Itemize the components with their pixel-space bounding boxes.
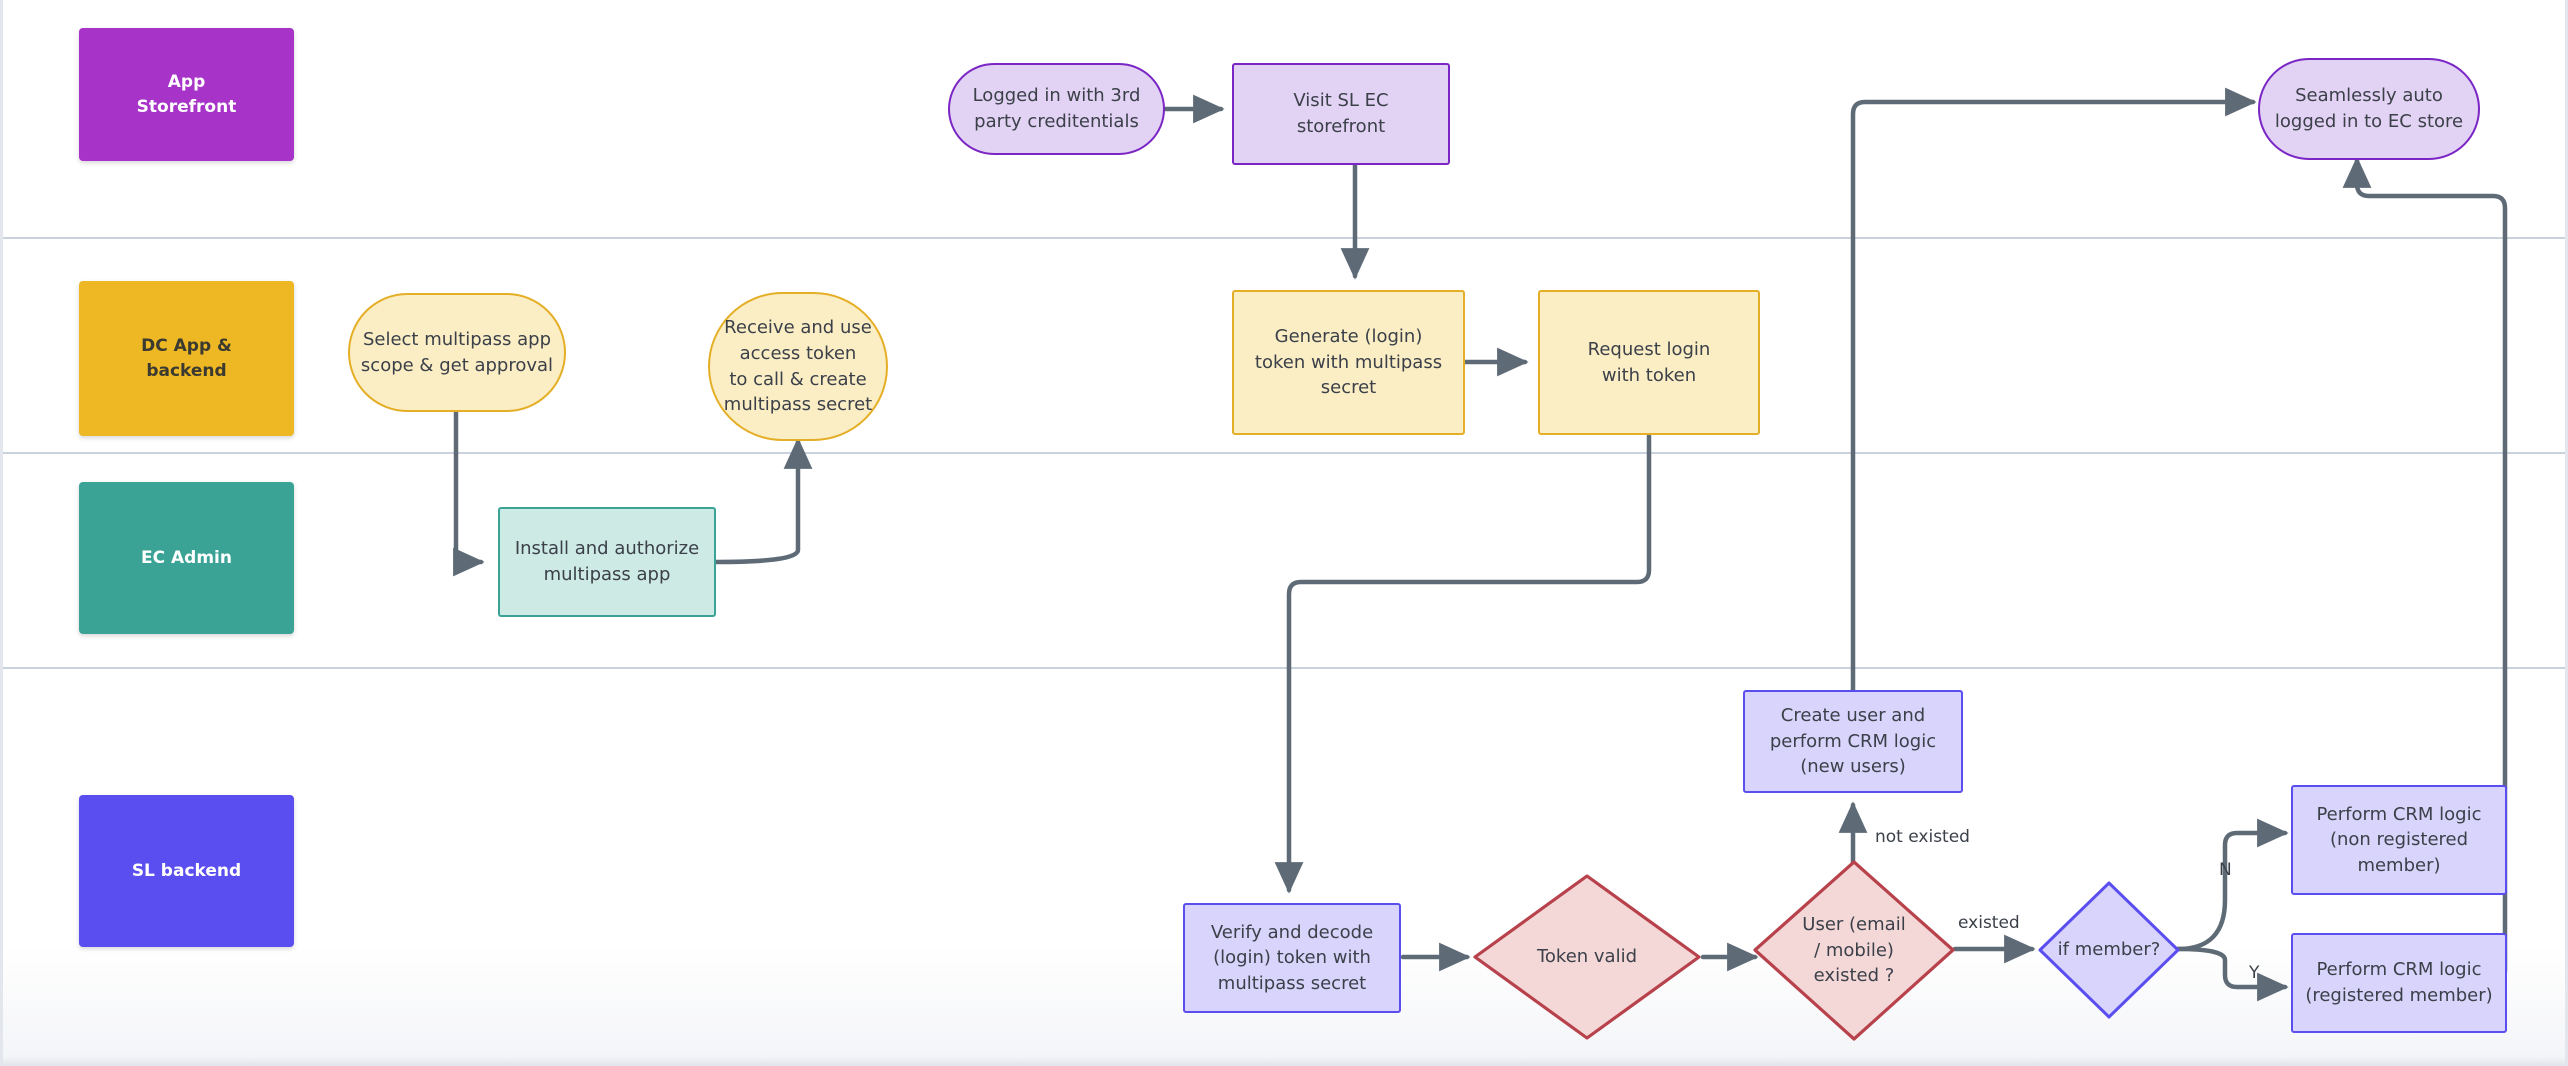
edge-selectscope-to-install (453, 409, 485, 577)
node-label: Verify and decode (login) token with mul… (1210, 921, 1374, 994)
node-label: Token valid (1536, 946, 1638, 968)
node-label: Logged in with 3rd party creditentials (972, 85, 1141, 132)
edge-ifmember-n-to-crmnonmember (2175, 818, 2289, 952)
edge-label-branch-n: N (2219, 860, 2232, 880)
edge-label-text: not existed (1875, 827, 1970, 847)
node-label-wrap: Token valid (1471, 872, 1703, 1042)
edge-createuser-to-seamless (1850, 87, 2257, 700)
node-label: Install and authorize multipass app (514, 538, 700, 585)
node-label: Receive and use access token to call & c… (723, 317, 873, 416)
node-crm-non-member[interactable]: Perform CRM logic (non registered member… (2291, 785, 2507, 895)
node-label: Visit SL EC storefront (1293, 90, 1389, 137)
node-receive-token[interactable]: Receive and use access token to call & c… (708, 292, 888, 441)
node-generate-token[interactable]: Generate (login) token with multipass se… (1232, 290, 1465, 435)
node-request-login[interactable]: Request login with token (1538, 290, 1760, 435)
edge-request-to-verify (1274, 433, 1652, 894)
node-if-member[interactable]: if member? (2037, 880, 2181, 1020)
node-label: Seamlessly auto logged in to EC store (2274, 85, 2464, 132)
node-user-existed[interactable]: User (email / mobile) existed ? (1751, 858, 1957, 1043)
edge-ifmember-y-to-crmmember (2175, 946, 2289, 1002)
node-label: Create user and perform CRM logic (new u… (1769, 705, 1937, 778)
edge-label-not-existed: not existed (1875, 827, 1970, 847)
node-select-scope[interactable]: Select multipass app scope & get approva… (348, 293, 566, 412)
edge-label-text: N (2219, 860, 2232, 880)
node-label-wrap: User (email / mobile) existed ? (1751, 858, 1957, 1043)
edge-label-text: Y (2249, 963, 2260, 983)
node-install-app[interactable]: Install and authorize multipass app (498, 507, 716, 617)
node-label: Select multipass app scope & get approva… (360, 328, 554, 376)
node-label: Perform CRM logic (registered member) (2305, 959, 2493, 1006)
edge-label-existed: existed (1958, 913, 2020, 933)
diagram-canvas: App Storefront DC App & backend EC Admin… (0, 0, 2568, 1066)
edge-install-to-receive (713, 437, 813, 565)
edge-label-text: existed (1958, 913, 2020, 933)
node-token-valid[interactable]: Token valid (1471, 872, 1703, 1042)
node-logged-in[interactable]: Logged in with 3rd party creditentials (948, 63, 1165, 155)
node-label: Request login with token (1587, 338, 1711, 386)
node-label: Generate (login) token with multipass se… (1254, 326, 1443, 399)
node-label-wrap: if member? (2037, 880, 2181, 1020)
node-create-user[interactable]: Create user and perform CRM logic (new u… (1743, 690, 1963, 793)
node-verify-token[interactable]: Verify and decode (login) token with mul… (1183, 903, 1401, 1013)
node-label: User (email / mobile) existed ? (1802, 914, 1906, 987)
node-label: Perform CRM logic (non registered member… (2316, 803, 2482, 876)
edge-label-branch-y: Y (2249, 963, 2259, 983)
node-label: if member? (2057, 939, 2161, 961)
node-seamless-login[interactable]: Seamlessly auto logged in to EC store (2258, 58, 2480, 160)
node-crm-member[interactable]: Perform CRM logic (registered member) (2291, 933, 2507, 1033)
node-visit-storefront[interactable]: Visit SL EC storefront (1232, 63, 1450, 165)
